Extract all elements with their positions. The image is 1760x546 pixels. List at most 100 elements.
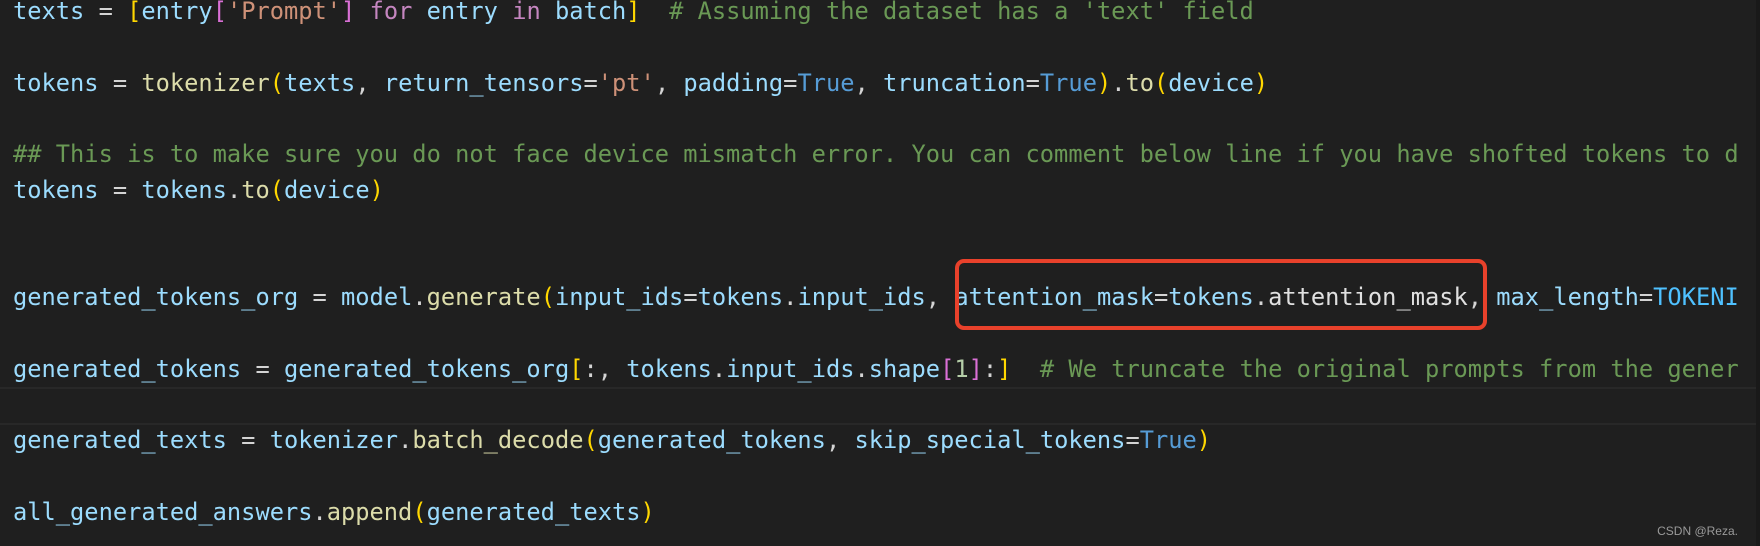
code-token: )	[1096, 68, 1112, 97]
code-token: tokens	[13, 175, 99, 204]
code-line[interactable]: all_generated_answers.append(generated_t…	[13, 494, 655, 530]
code-token: ,	[355, 68, 384, 97]
code-token: .	[783, 283, 798, 311]
code-token: skip_special_tokens	[854, 426, 1126, 454]
code-token: device	[284, 175, 370, 204]
code-token: [	[569, 354, 584, 383]
code-token: TOKENI	[1653, 283, 1739, 311]
code-editor[interactable]: texts = [entry['Prompt'] for entry in ba…	[0, 0, 1756, 546]
code-token: batch	[554, 0, 627, 25]
code-line[interactable]: generated_texts = tokenizer.batch_decode…	[13, 422, 1211, 458]
code-line[interactable]: ## This is to make sure you do not face …	[13, 136, 1739, 172]
code-token: generated_texts	[426, 497, 641, 526]
code-token: .	[398, 426, 413, 454]
code-token: )	[369, 175, 384, 204]
code-token: .	[854, 354, 869, 383]
code-line[interactable]: generated_tokens = generated_tokens_org[…	[13, 351, 1739, 387]
code-token: =	[298, 283, 342, 311]
code-token: 1	[954, 354, 969, 383]
code-line[interactable]: tokens = tokens.to(device)	[13, 172, 384, 208]
code-token: =	[783, 68, 798, 97]
code-token: =	[1025, 68, 1040, 97]
code-token: in	[497, 0, 555, 25]
code-token: entry	[141, 0, 213, 25]
code-token: 'Prompt'	[226, 0, 342, 25]
watermark: CSDN @Reza.	[1657, 524, 1738, 538]
code-token: :,	[583, 354, 627, 383]
code-token: =	[98, 68, 142, 97]
code-token: =	[84, 0, 128, 25]
code-token: entry	[426, 0, 498, 25]
code-token: model	[341, 283, 413, 311]
code-token: tokenizer	[141, 68, 270, 97]
code-token: .	[1111, 68, 1126, 97]
code-token: max_length	[1496, 283, 1639, 311]
code-token: tokens	[697, 283, 784, 311]
code-token: =	[583, 68, 598, 97]
code-token: .	[226, 175, 242, 204]
code-token: generated_tokens_org	[13, 283, 299, 311]
code-token: tokens	[626, 354, 712, 383]
code-token: padding	[683, 68, 784, 97]
code-token: )	[640, 497, 655, 526]
code-token: [	[127, 0, 142, 25]
code-token: ]	[341, 0, 356, 25]
code-token: ,	[825, 426, 855, 454]
code-token: =	[241, 354, 284, 383]
code-token: to	[241, 175, 270, 204]
code-token: to	[1125, 68, 1155, 97]
code-token: ]	[626, 0, 641, 25]
code-token: True	[1039, 68, 1097, 97]
code-token: tokens	[13, 68, 99, 97]
code-token: generate	[426, 283, 541, 311]
code-token: [	[212, 0, 227, 25]
code-token: ]	[968, 354, 983, 383]
code-token: input_ids	[554, 283, 684, 311]
code-token: generated_tokens_org	[283, 354, 570, 383]
code-token: generated_tokens	[13, 354, 242, 383]
code-token: .	[312, 497, 327, 526]
code-token: True	[797, 68, 855, 97]
code-token: (	[269, 175, 285, 204]
code-token: for	[355, 0, 427, 25]
code-token: append	[326, 497, 413, 526]
code-line[interactable]: texts = [entry['Prompt'] for entry in ba…	[13, 0, 1254, 29]
code-token: (	[269, 68, 284, 97]
code-token: [	[940, 354, 955, 383]
code-token: texts	[13, 0, 85, 25]
code-token: =	[1638, 283, 1654, 311]
annotation-highlight-box	[955, 259, 1487, 330]
code-token: truncation	[883, 68, 1026, 97]
code-token: texts	[284, 68, 356, 97]
code-token: tokens	[141, 175, 227, 204]
code-token: ,	[654, 68, 684, 97]
code-line[interactable]: tokens = tokenizer(texts, return_tensors…	[13, 65, 1268, 101]
code-token: (	[583, 426, 598, 454]
code-token: ## This is to make sure you do not face …	[13, 140, 1739, 168]
code-token: return_tensors	[383, 68, 584, 97]
code-token: generated_tokens	[597, 426, 826, 454]
code-token: =	[1125, 426, 1140, 454]
code-token: )	[1196, 426, 1212, 454]
code-token: device	[1168, 68, 1254, 97]
code-token: all_generated_answers	[13, 497, 313, 526]
code-token: # We truncate the original prompts from …	[1011, 354, 1739, 383]
code-token: :	[982, 354, 998, 383]
code-token: input_ids	[797, 283, 926, 311]
current-line-highlight	[0, 387, 1756, 425]
code-token: ,	[925, 283, 955, 311]
code-token: (	[412, 497, 427, 526]
code-token: =	[683, 283, 698, 311]
code-token: generated_texts	[13, 426, 227, 454]
code-token: # Assuming the dataset has a 'text' fiel…	[640, 0, 1254, 25]
code-token: )	[1253, 68, 1269, 97]
code-token: ]	[997, 354, 1012, 383]
code-token: =	[98, 175, 142, 204]
code-token: batch_decode	[412, 426, 584, 454]
code-token: tokenizer	[269, 426, 399, 454]
vertical-scrollbar[interactable]	[1756, 0, 1760, 546]
code-token: True	[1139, 426, 1197, 454]
code-token: (	[540, 283, 555, 311]
code-token: .	[412, 283, 427, 311]
code-token: input_ids	[726, 354, 855, 383]
